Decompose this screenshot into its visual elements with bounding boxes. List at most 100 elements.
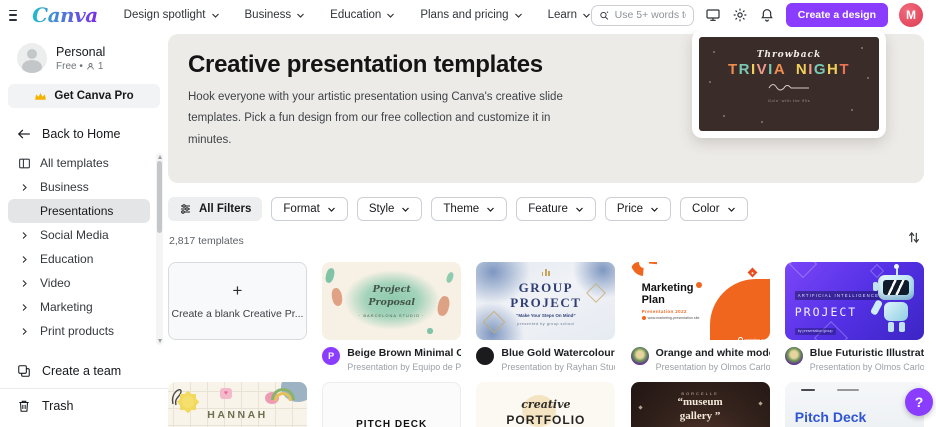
template-byline: Presentation by Rayhan Studio: [501, 362, 616, 372]
template-card[interactable]: marketing co Marketing Plan Presentation…: [630, 262, 770, 372]
sidebar-item-business[interactable]: Business: [8, 175, 150, 199]
template-title[interactable]: Orange and white moder...: [656, 347, 770, 359]
profile-avatar: [17, 43, 47, 73]
sidebar: Personal Free • 1 Get Canva Pro Back to …: [0, 30, 168, 427]
template-thumbnail-hannah[interactable]: ♥ HANNAH: [168, 382, 307, 427]
template-title[interactable]: Blue Gold Watercolour G...: [501, 347, 615, 359]
sidebar-scrollbar[interactable]: [156, 153, 163, 345]
monitor-icon[interactable]: [705, 7, 721, 23]
nav-learn[interactable]: Learn: [548, 9, 591, 21]
template-thumbnail-pitch-deck-blue[interactable]: Pitch Deck: [784, 382, 924, 427]
nav-design-spotlight[interactable]: Design spotlight: [124, 9, 220, 21]
create-team-button[interactable]: Create a team: [0, 356, 168, 386]
creator-avatar[interactable]: [476, 347, 495, 365]
orange-corner-shape: marketing co: [709, 279, 770, 340]
template-title[interactable]: Blue Futuristic Illustrativ...: [810, 347, 924, 359]
chevron-down-icon: [575, 207, 583, 212]
template-byline: Presentation by Olmos Carlos: [655, 362, 770, 372]
chevron-right-icon: [22, 231, 27, 239]
template-thumbnail-project-proposal[interactable]: Project Proposal · BARCELONA STUDIO ·: [322, 262, 462, 340]
filters-bar: All Filters Format Style Theme Feature P…: [168, 197, 748, 221]
chevron-down-icon: [211, 13, 219, 18]
creator-avatar[interactable]: P: [322, 347, 341, 365]
template-byline: Presentation by Equipo de Pr...: [347, 362, 462, 372]
filter-color[interactable]: Color: [680, 197, 748, 221]
template-title[interactable]: Beige Brown Minimal Org...: [347, 347, 461, 359]
template-thumbnail-ai-project[interactable]: ARTIFICIAL INTELLIGENCE PROJECT by prese…: [784, 262, 924, 340]
trash-button[interactable]: Trash: [0, 391, 168, 421]
sidebar-item-marketing[interactable]: Marketing: [8, 295, 150, 319]
create-design-button[interactable]: Create a design: [785, 3, 888, 27]
bell-icon[interactable]: [759, 7, 775, 23]
diamond-accent: [747, 267, 758, 278]
search-input[interactable]: [614, 9, 686, 21]
chevron-down-icon: [402, 207, 410, 212]
templates-menu: All templates Business Presentations Soc…: [0, 151, 168, 345]
main-content: Creative presentation templates Hook eve…: [168, 30, 936, 427]
filter-style[interactable]: Style: [356, 197, 423, 221]
creator-avatar[interactable]: [784, 347, 803, 365]
template-thumbnail-group-project[interactable]: GROUP PROJECT “Make Your Steps On Mind” p…: [476, 262, 616, 340]
topbar-icons: [705, 7, 775, 23]
slide-subtitle: Goin' with the 90s: [767, 98, 811, 103]
chevron-down-icon: [727, 207, 735, 212]
help-button[interactable]: ?: [905, 388, 933, 416]
nav-education[interactable]: Education: [330, 9, 395, 21]
search-bar[interactable]: [590, 4, 694, 26]
get-canva-pro-button[interactable]: Get Canva Pro: [8, 84, 160, 108]
sidebar-item-all-templates[interactable]: All templates: [8, 151, 150, 175]
user-avatar[interactable]: M: [899, 3, 923, 27]
sidebar-item-social-media[interactable]: Social Media: [8, 223, 150, 247]
gear-icon[interactable]: [732, 7, 748, 23]
results-count: 2,817 templates: [169, 235, 244, 247]
magic-search-icon: [600, 10, 609, 20]
sort-button[interactable]: [907, 231, 921, 249]
template-thumbnail-pitch-deck[interactable]: PITCH DECK: [322, 382, 462, 427]
sidebar-item-presentations[interactable]: Presentations: [8, 199, 150, 223]
sort-arrows-icon: [908, 231, 920, 244]
member-icon: [87, 62, 94, 70]
gold-building-icon: [541, 269, 551, 276]
crown-icon: [35, 92, 47, 100]
scroll-up-arrow[interactable]: [157, 155, 162, 159]
chevron-down-icon: [651, 207, 658, 212]
all-filters-button[interactable]: All Filters: [168, 197, 263, 221]
plus-icon: +: [232, 281, 243, 300]
hamburger-menu-icon[interactable]: [9, 9, 18, 21]
template-thumbnail-creative-portfolio[interactable]: creative PORTFOLIO: [476, 382, 616, 427]
chevron-down-icon: [583, 13, 590, 18]
creator-avatar[interactable]: [630, 347, 649, 365]
back-to-home-link[interactable]: Back to Home: [0, 121, 168, 147]
sidebar-item-video[interactable]: Video: [8, 271, 150, 295]
chevron-down-icon: [487, 207, 495, 212]
filter-feature[interactable]: Feature: [516, 197, 596, 221]
sidebar-item-print-products[interactable]: Print products: [8, 319, 150, 343]
template-thumbnail-marketing-plan[interactable]: marketing co Marketing Plan Presentation…: [630, 262, 770, 340]
scrollbar-thumb[interactable]: [157, 161, 162, 233]
template-caption: P Beige Brown Minimal Org... Presentatio…: [322, 347, 461, 372]
canva-logo[interactable]: Canva: [32, 3, 98, 27]
template-grid-row1: + Create a blank Creative Pr... Project P…: [168, 262, 924, 372]
create-blank-card[interactable]: + Create a blank Creative Pr...: [168, 262, 307, 340]
nav-business[interactable]: Business: [245, 9, 306, 21]
team-icon: [18, 365, 30, 377]
sidebar-item-education[interactable]: Education: [8, 247, 150, 271]
template-caption: Blue Futuristic Illustrativ... Presentat…: [784, 347, 924, 372]
filter-theme[interactable]: Theme: [431, 197, 508, 221]
hero-slide-mockup: Throwback TRIVIA NIGHT Goin' with the 90…: [692, 30, 886, 138]
robot-illustration: [864, 264, 920, 336]
template-card[interactable]: Project Proposal · BARCELONA STUDIO · P B…: [322, 262, 462, 372]
chevron-down-icon: [387, 13, 395, 18]
chevron-right-icon: [22, 303, 27, 311]
profile-switcher[interactable]: Personal Free • 1: [0, 30, 168, 77]
trivia-night-slide: Throwback TRIVIA NIGHT Goin' with the 90…: [699, 37, 879, 131]
template-card[interactable]: ARTIFICIAL INTELLIGENCE PROJECT by prese…: [784, 262, 924, 372]
nav-plans-pricing[interactable]: Plans and pricing: [420, 9, 522, 21]
scroll-down-arrow[interactable]: [157, 339, 162, 343]
template-thumbnail-museum-gallery[interactable]: BORCELLE “museum gallery ”: [630, 382, 770, 427]
filter-price[interactable]: Price: [604, 197, 672, 221]
filter-format[interactable]: Format: [271, 197, 348, 221]
sliders-icon: [181, 204, 190, 214]
template-card[interactable]: GROUP PROJECT “Make Your Steps On Mind” p…: [476, 262, 616, 372]
chevron-right-icon: [22, 279, 27, 287]
